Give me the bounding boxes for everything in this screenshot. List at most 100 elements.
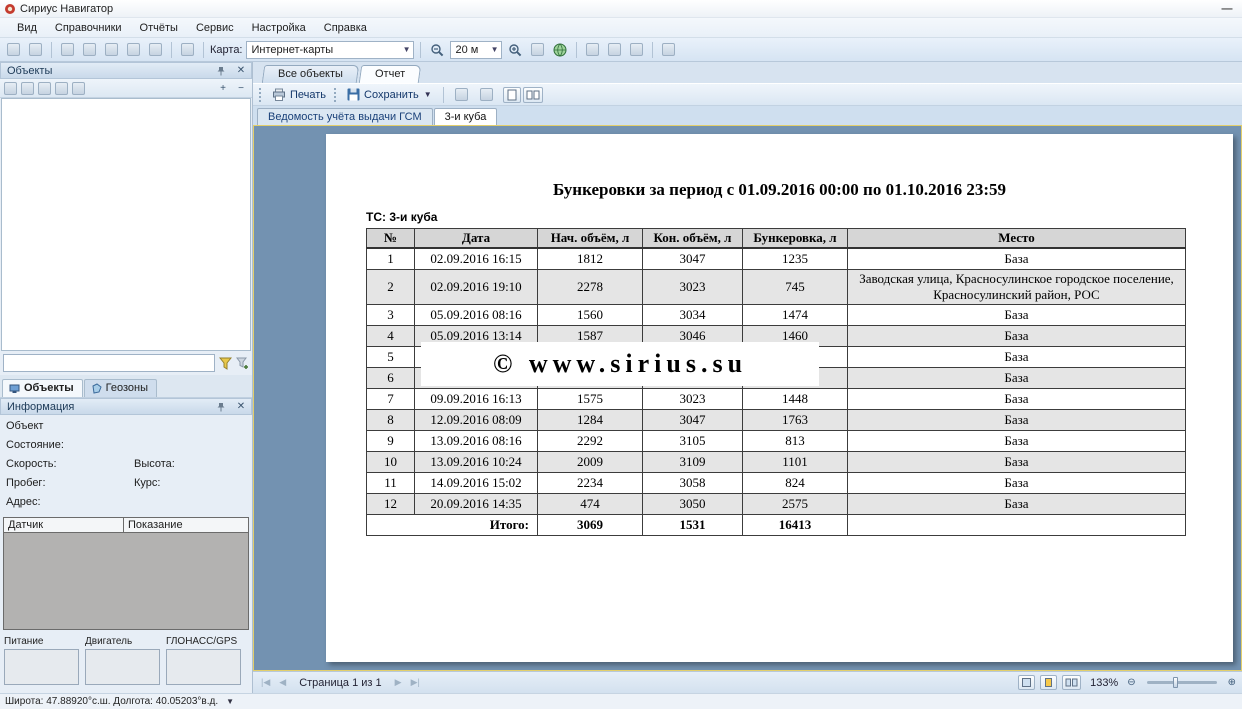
area-select-button[interactable] [605, 42, 624, 57]
globe-button[interactable] [550, 42, 570, 58]
table-cell: 1101 [743, 451, 848, 472]
table-cell: 1 [367, 248, 415, 269]
center-map-button[interactable] [528, 42, 547, 57]
multi-page-view-button[interactable] [523, 87, 543, 103]
single-page-view-button[interactable] [503, 87, 521, 103]
engine-status-box: Двигатель [85, 636, 160, 685]
first-page-button[interactable]: |◀ [259, 677, 272, 688]
select-tool-button[interactable] [26, 42, 45, 57]
grid-icon [149, 43, 162, 56]
zoom-slider-handle[interactable] [1173, 677, 1178, 688]
table-cell: Заводская улица, Красносулинское городск… [848, 269, 1186, 304]
single-page-icon [506, 89, 518, 101]
funnel-edit-icon [236, 357, 249, 370]
refresh-icon[interactable] [21, 82, 34, 95]
last-page-button[interactable]: ▶| [409, 677, 422, 688]
map-scale-combobox[interactable]: 20 м ▼ [450, 41, 502, 59]
whole-page-view-button[interactable] [1040, 675, 1057, 690]
sidebar-tab-geozones[interactable]: Геозоны [84, 379, 157, 397]
sidebar-tab-objects-label: Объекты [24, 382, 74, 394]
close-icon[interactable]: ✕ [234, 401, 248, 412]
refresh-report-button[interactable] [476, 87, 497, 102]
map-source-combobox[interactable]: Интернет-карты ▼ [246, 41, 414, 59]
prev-page-button[interactable]: ◀ [277, 677, 288, 688]
objects-panel-header: Объекты ✕ [0, 62, 252, 79]
table-cell: 13.09.2016 08:16 [415, 430, 538, 451]
menu-item-directories[interactable]: Справочники [46, 20, 131, 36]
legend-button[interactable] [583, 42, 602, 57]
pan-tool-button[interactable] [4, 42, 23, 57]
selection-area-icon [608, 43, 621, 56]
print-button[interactable]: Печать [268, 87, 330, 103]
pin-icon[interactable] [216, 66, 230, 76]
zoom-out-button[interactable] [427, 42, 447, 58]
objects-tab-icon [9, 383, 20, 394]
pagination-bar: |◀ ◀ Страница 1 из 1 ▶ ▶| 133% ⊖ ⊕ [253, 671, 1242, 693]
page-width-view-button[interactable] [1018, 675, 1035, 690]
table-cell: 10 [367, 451, 415, 472]
screenshot-button[interactable] [659, 42, 678, 57]
sensor-table-body[interactable] [4, 533, 248, 629]
tab-3i-kuba[interactable]: 3-и куба [434, 108, 498, 125]
notes-button[interactable] [627, 42, 646, 57]
col-header-bunkering: Бункеровка, л [743, 229, 848, 249]
edit-object-icon[interactable] [4, 82, 17, 95]
pin-icon[interactable] [216, 402, 230, 412]
tab-all-objects[interactable]: Все объекты [262, 65, 359, 83]
sidebar-tab-strip: Объекты Геозоны [0, 375, 252, 398]
sidebar-tab-objects[interactable]: Объекты [2, 379, 83, 397]
zoom-in-slider-button[interactable]: ⊕ [1228, 677, 1236, 688]
menu-item-settings[interactable]: Настройка [243, 20, 315, 36]
close-icon[interactable]: ✕ [234, 65, 248, 76]
track-tool-button[interactable] [80, 42, 99, 57]
expand-all-icon[interactable]: + [216, 83, 230, 94]
filter-button[interactable] [219, 357, 232, 370]
info-panel-body: Объект Состояние: Скорость: Высота: Проб… [0, 415, 252, 513]
objects-search-input[interactable] [3, 354, 215, 372]
export-page-button[interactable] [451, 87, 472, 102]
table-cell: 2009 [538, 451, 643, 472]
marker-tool-button[interactable] [124, 42, 143, 57]
save-icon [347, 88, 360, 101]
total-start-volume-cell: 3069 [538, 514, 643, 535]
filter-edit-button[interactable] [236, 357, 249, 370]
tab-report[interactable]: Отчет [359, 65, 422, 83]
next-page-button[interactable]: ▶ [393, 677, 404, 688]
toolbar-separator [420, 42, 421, 58]
table-cell: 745 [743, 269, 848, 304]
save-button[interactable]: Сохранить ▼ [343, 87, 436, 102]
globe-small-icon[interactable] [38, 82, 51, 95]
collapse-all-icon[interactable]: − [234, 83, 248, 94]
table-row: 812.09.2016 08:09128430471763База [367, 409, 1186, 430]
reading-col-header: Показание [124, 518, 248, 532]
chevron-down-icon[interactable]: ▼ [226, 697, 234, 706]
zoom-slider[interactable] [1147, 681, 1217, 684]
table-cell: 3050 [643, 493, 743, 514]
total-place-cell [848, 514, 1186, 535]
menu-item-service[interactable]: Сервис [187, 20, 243, 36]
camera-icon[interactable] [55, 82, 68, 95]
table-row: 202.09.2016 19:1022783023745Заводская ул… [367, 269, 1186, 304]
table-cell: База [848, 430, 1186, 451]
engine-indicator [85, 649, 160, 685]
zoom-in-button[interactable] [505, 42, 525, 58]
zoom-percentage: 133% [1086, 677, 1122, 689]
objects-list[interactable] [1, 98, 251, 351]
layers-tool-button[interactable] [102, 42, 121, 57]
measure-tool-button[interactable] [58, 42, 77, 57]
minimize-button[interactable]: — [1218, 3, 1236, 15]
menu-item-help[interactable]: Справка [315, 20, 376, 36]
screenshot-icon [662, 43, 675, 56]
monitor-icon[interactable] [72, 82, 85, 95]
report-viewer[interactable]: Бункеровки за период с 01.09.2016 00:00 … [253, 125, 1242, 671]
two-page-view-button[interactable] [1062, 675, 1081, 690]
zoom-out-slider-button[interactable]: ⊖ [1127, 677, 1135, 688]
table-cell: 2278 [538, 269, 643, 304]
grid-tool-button[interactable] [146, 42, 165, 57]
pencil-icon [181, 43, 194, 56]
table-cell: База [848, 493, 1186, 514]
tab-fuel-statement[interactable]: Ведомость учёта выдачи ГСМ [257, 108, 433, 125]
edit-tool-button[interactable] [178, 42, 197, 57]
menu-item-view[interactable]: Вид [8, 20, 46, 36]
menu-item-reports[interactable]: Отчёты [131, 20, 187, 36]
